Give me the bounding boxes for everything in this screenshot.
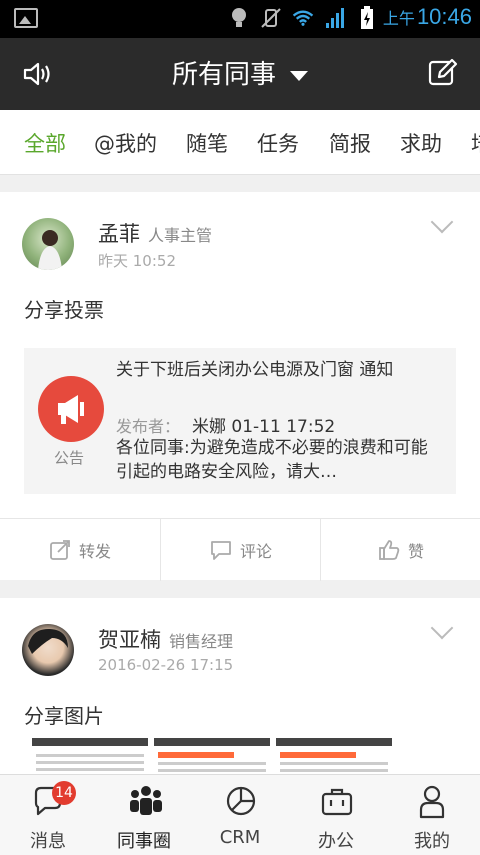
chevron-down-icon[interactable] <box>430 210 454 234</box>
caret-down-icon <box>290 70 308 81</box>
megaphone-icon <box>38 376 104 442</box>
vibrate-icon <box>260 6 282 30</box>
like-label: 赞 <box>407 542 424 561</box>
nav-label: 办公 <box>318 831 354 852</box>
nav-me[interactable]: 我的 <box>384 775 480 855</box>
comment-button[interactable]: 评论 <box>160 519 321 581</box>
post-time: 昨天 10:52 <box>98 252 176 270</box>
nav-label: CRM <box>219 827 261 848</box>
avatar[interactable] <box>22 218 74 270</box>
lightbulb-icon <box>228 6 250 30</box>
post-text: 分享投票 <box>24 298 104 322</box>
nav-messages[interactable]: 14 消息 <box>0 775 96 855</box>
gallery-icon <box>14 8 38 28</box>
pie-chart-icon <box>225 785 256 817</box>
author-role: 销售经理 <box>169 632 234 651</box>
feed-post: 贺亚楠 销售经理 2016-02-26 17:15 分享图片 <box>0 598 480 798</box>
announcement-label: 公告 <box>54 449 85 467</box>
thumbs-up-icon <box>379 540 400 560</box>
nav-crm[interactable]: CRM <box>192 775 288 855</box>
status-bar: 上午10:46 <box>0 0 480 38</box>
feed-filter-dropdown[interactable]: 所有同事 <box>0 54 480 91</box>
nav-label: 我的 <box>414 831 450 852</box>
tab-training[interactable]: 培 <box>471 128 480 158</box>
author-role: 人事主管 <box>148 226 213 245</box>
announcement-publisher: 发布者： 米娜 01-11 17:52 <box>116 412 335 437</box>
like-button[interactable]: 赞 <box>320 519 480 581</box>
tab-tasks[interactable]: 任务 <box>257 128 299 158</box>
comment-icon <box>211 541 231 560</box>
battery-icon <box>356 6 378 30</box>
category-tabs: 全部 @我的 随笔 任务 简报 求助 培 <box>0 110 480 175</box>
tab-notes[interactable]: 随笔 <box>186 128 228 158</box>
app-bar: 所有同事 <box>0 38 480 110</box>
tab-reports[interactable]: 简报 <box>329 128 371 158</box>
post-time: 2016-02-26 17:15 <box>98 656 234 674</box>
people-icon <box>129 785 162 817</box>
briefcase-icon <box>321 785 353 817</box>
author-name[interactable]: 孟菲 人事主管 <box>98 218 212 248</box>
post-actions: 转发 评论 赞 <box>0 518 480 581</box>
user-icon <box>417 785 447 819</box>
wifi-icon <box>292 6 314 30</box>
announcement-body: 各位同事:为避免造成不必要的浪费和可能引起的电路安全风险，请大… <box>116 438 428 482</box>
post-text: 分享图片 <box>24 704 104 728</box>
avatar[interactable] <box>22 624 74 676</box>
signal-icon <box>324 6 346 30</box>
comment-label: 评论 <box>239 542 272 561</box>
nav-colleagues[interactable]: 同事圈 <box>96 775 192 855</box>
nav-office[interactable]: 办公 <box>288 775 384 855</box>
nav-label: 消息 <box>30 831 66 852</box>
share-icon <box>50 540 70 560</box>
author-name[interactable]: 贺亚楠 销售经理 <box>98 624 233 654</box>
tab-mentions[interactable]: @我的 <box>94 128 157 158</box>
unread-badge: 14 <box>52 781 76 805</box>
bottom-nav: 14 消息 同事圈 CRM 办公 我的 <box>0 774 480 855</box>
forward-label: 转发 <box>78 542 111 561</box>
tab-help[interactable]: 求助 <box>400 128 442 158</box>
clock: 上午10:46 <box>383 4 472 30</box>
forward-button[interactable]: 转发 <box>0 519 160 581</box>
tab-all[interactable]: 全部 <box>24 128 66 158</box>
clock-time: 10:46 <box>416 4 472 29</box>
page-title: 所有同事 <box>171 60 276 90</box>
clock-am-label: 上午 <box>382 11 415 28</box>
nav-label: 同事圈 <box>117 831 171 852</box>
announcement-title: 关于下班后关闭办公电源及门窗 通知 <box>116 360 394 380</box>
publisher-label: 发布者： <box>116 417 181 436</box>
edit-icon[interactable] <box>428 58 458 88</box>
feed-post: 孟菲 人事主管 昨天 10:52 分享投票 公告 关于下班后关闭办公电源及门窗 通… <box>0 192 480 581</box>
chevron-down-icon[interactable] <box>430 616 454 640</box>
publisher-info: 米娜 01-11 17:52 <box>192 417 336 437</box>
announcement-card[interactable]: 公告 关于下班后关闭办公电源及门窗 通知 发布者： 米娜 01-11 17:52 … <box>24 348 456 494</box>
